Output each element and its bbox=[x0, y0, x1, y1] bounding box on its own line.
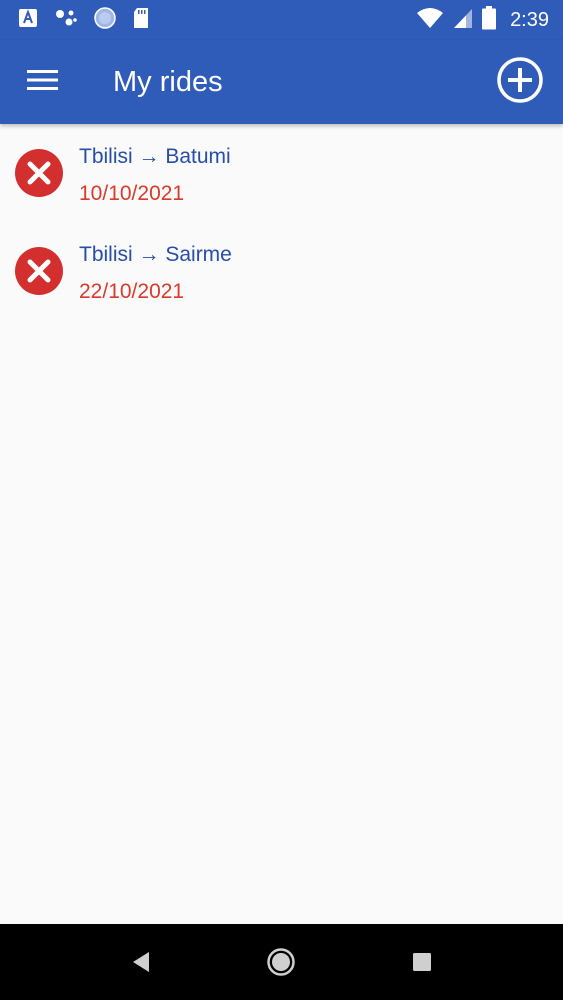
assistant-icon bbox=[54, 8, 78, 33]
list-item[interactable]: Tbilisi → Batumi 10/10/2021 bbox=[0, 124, 563, 222]
cancel-circle-icon bbox=[14, 247, 64, 300]
circle-app-icon bbox=[94, 6, 116, 34]
ride-date: 10/10/2021 bbox=[79, 182, 185, 205]
sd-card-icon bbox=[132, 7, 150, 34]
back-icon bbox=[130, 950, 152, 979]
page-title: My rides bbox=[113, 66, 223, 98]
add-circle-icon bbox=[496, 56, 544, 109]
home-icon bbox=[266, 947, 296, 982]
wifi-icon bbox=[416, 7, 444, 34]
recents-button[interactable] bbox=[400, 942, 444, 986]
font-app-icon bbox=[18, 8, 38, 33]
status-time: 2:39 bbox=[510, 8, 549, 31]
signal-icon bbox=[452, 7, 474, 34]
list-item[interactable]: Tbilisi → Sairme 22/10/2021 bbox=[0, 222, 563, 320]
screen: 2:39 My rides Tbilisi → Batumi 10/10/202… bbox=[0, 0, 563, 1000]
delete-ride-button[interactable] bbox=[14, 148, 64, 198]
status-system: 2:39 bbox=[416, 5, 549, 35]
ride-date: 22/10/2021 bbox=[79, 280, 185, 303]
add-ride-button[interactable] bbox=[495, 56, 545, 109]
status-bar: 2:39 bbox=[0, 0, 563, 40]
home-button[interactable] bbox=[259, 942, 303, 986]
back-button[interactable] bbox=[119, 942, 163, 986]
battery-icon bbox=[482, 5, 497, 35]
ride-route: Tbilisi → Sairme bbox=[79, 243, 232, 266]
recents-icon bbox=[411, 951, 433, 978]
delete-ride-button[interactable] bbox=[14, 246, 64, 296]
cancel-circle-icon bbox=[14, 149, 64, 202]
status-notifications bbox=[18, 6, 150, 34]
ride-route: Tbilisi → Batumi bbox=[79, 145, 231, 168]
menu-icon bbox=[27, 68, 59, 97]
navigation-bar bbox=[0, 924, 563, 1000]
app-bar: My rides bbox=[0, 40, 563, 124]
rides-list: Tbilisi → Batumi 10/10/2021 Tbilisi → Sa… bbox=[0, 124, 563, 924]
menu-button[interactable] bbox=[20, 60, 66, 104]
